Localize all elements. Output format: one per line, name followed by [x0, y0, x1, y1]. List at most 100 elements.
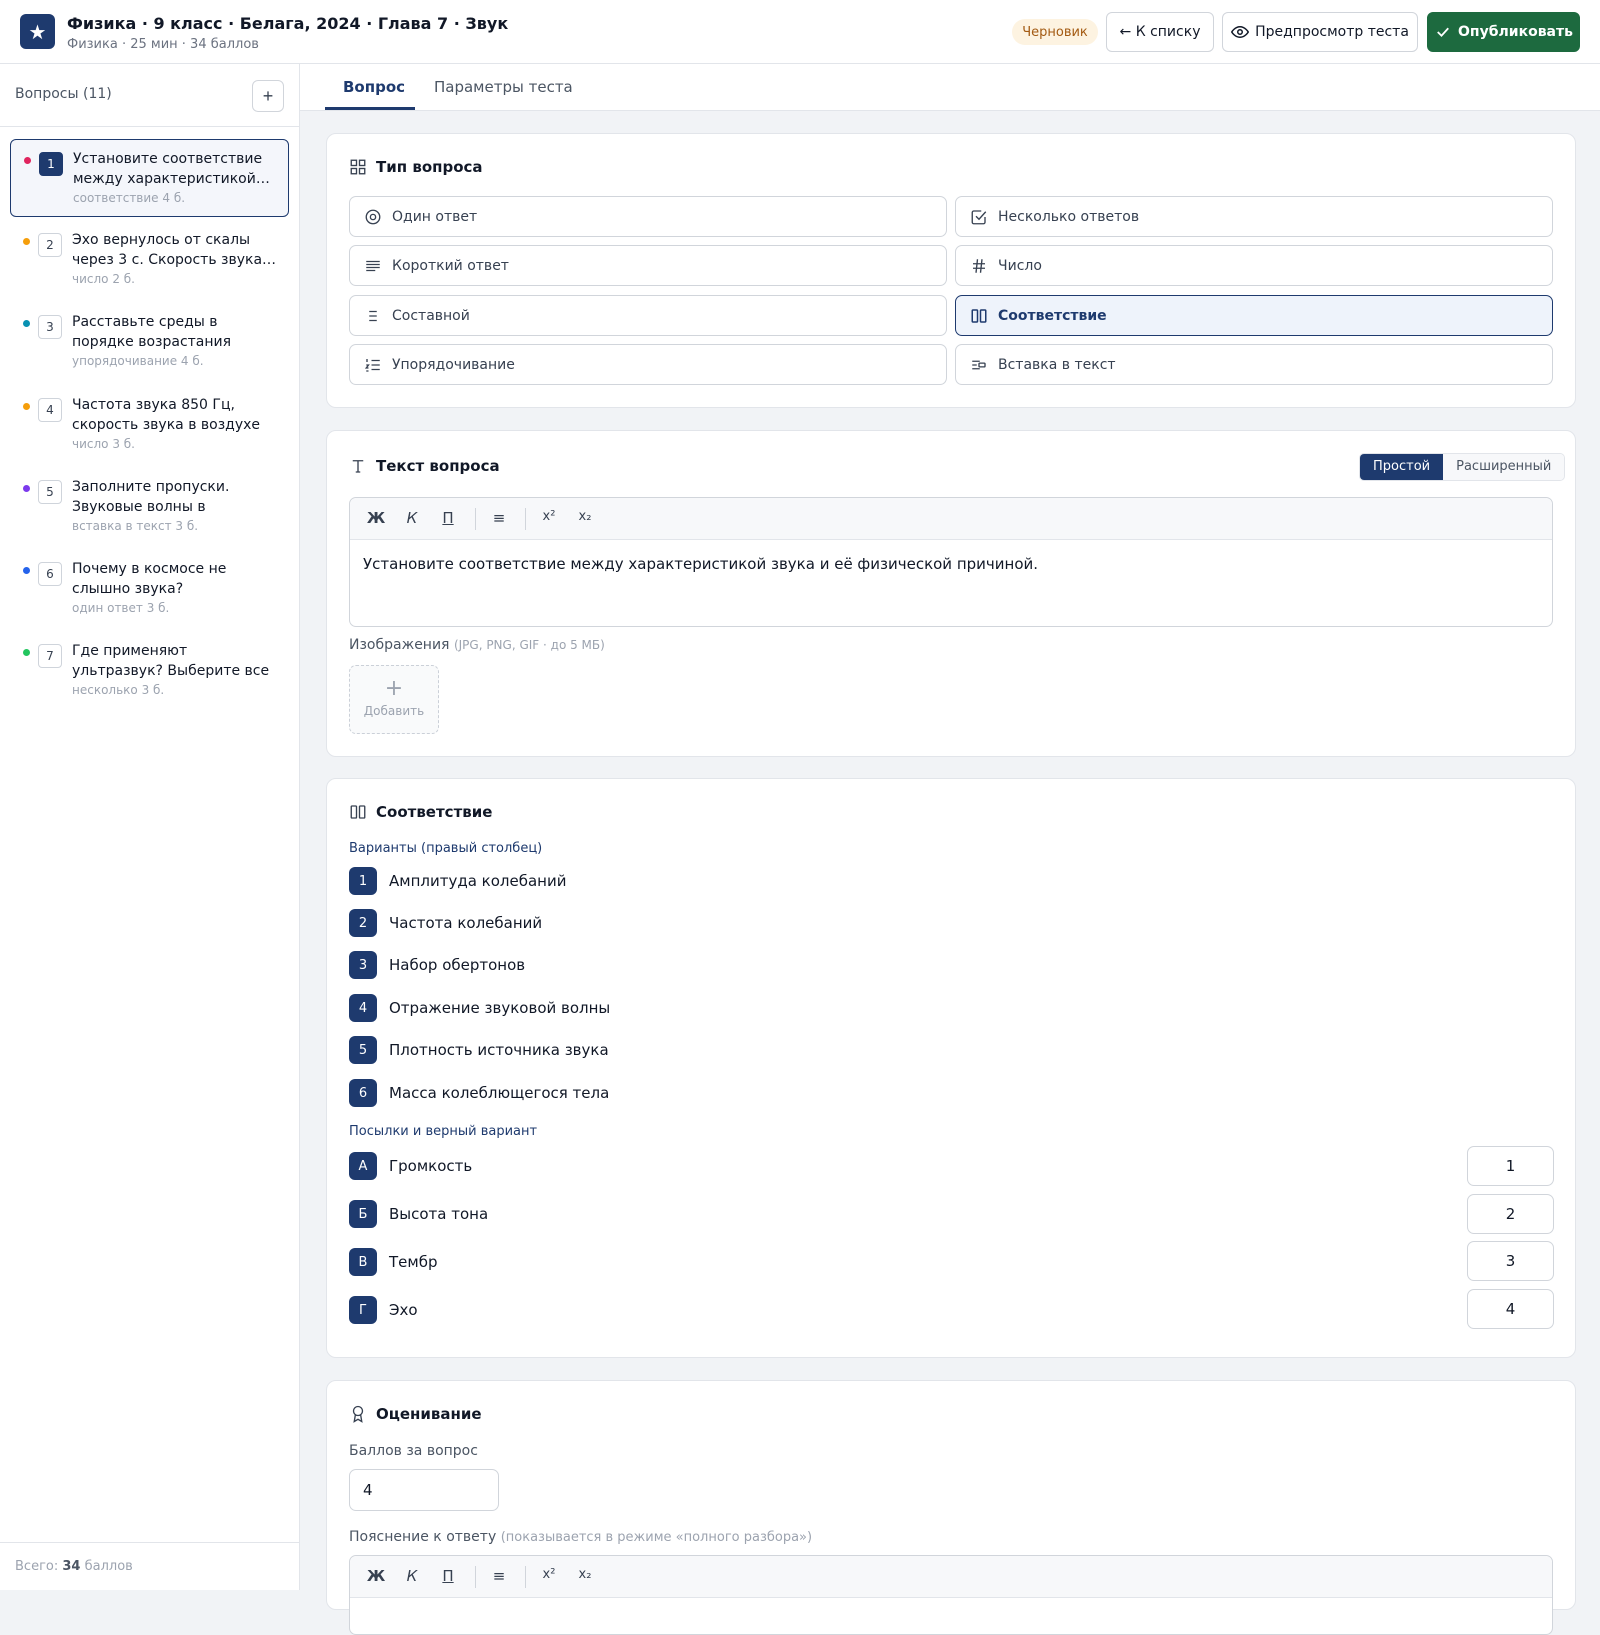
question-dot — [23, 649, 30, 656]
question-item-1[interactable]: 1 Установите соответствие между характер… — [10, 139, 289, 217]
plus-icon: + — [384, 676, 404, 701]
add-question-button[interactable]: + — [252, 80, 284, 112]
option-key: 3 — [349, 951, 377, 979]
option-key: 6 — [349, 1079, 377, 1107]
points-input[interactable]: 4 — [349, 1469, 499, 1511]
columns-icon — [350, 805, 366, 819]
option-text[interactable]: Отражение звуковой волны — [389, 999, 610, 1017]
type-multiple-answers[interactable]: Несколько ответов — [955, 196, 1553, 237]
star-icon: ★ — [28, 19, 47, 44]
bold-button[interactable]: Ж — [363, 1567, 389, 1585]
subscript-button[interactable]: x₂ — [572, 1567, 598, 1582]
question-dot — [23, 485, 30, 492]
option-text[interactable]: Набор обертонов — [389, 956, 525, 974]
type-ordering[interactable]: Упорядочивание — [349, 344, 947, 385]
option-row: 5 Плотность источника звука — [349, 1036, 609, 1064]
type-compound[interactable]: Составной — [349, 295, 947, 336]
question-meta: вставка в текст 3 б. — [72, 519, 199, 533]
list-button[interactable]: ≡ — [486, 1567, 512, 1585]
option-key: 2 — [349, 909, 377, 937]
italic-button[interactable]: К — [399, 1567, 425, 1585]
editor-toolbar: Ж К П ≡ x² x₂ — [350, 498, 1552, 540]
premise-key: А — [349, 1152, 377, 1180]
list-icon — [369, 310, 377, 321]
tab-test-settings[interactable]: Параметры теста — [434, 78, 573, 96]
option-text[interactable]: Плотность источника звука — [389, 1041, 609, 1059]
add-image-button[interactable]: + Добавить — [349, 665, 439, 734]
question-number: 4 — [38, 398, 62, 422]
premise-row: Г Эхо — [349, 1296, 418, 1324]
type-label: Короткий ответ — [392, 257, 509, 274]
superscript-button[interactable]: x² — [536, 1567, 562, 1582]
answer-input[interactable]: 4 — [1467, 1289, 1554, 1329]
type-short-answer[interactable]: Короткий ответ — [349, 245, 947, 286]
question-text-title: Текст вопроса — [376, 457, 500, 475]
mode-advanced-button[interactable]: Расширенный — [1443, 454, 1565, 480]
premise-text[interactable]: Высота тона — [389, 1205, 488, 1223]
underline-button[interactable]: П — [435, 509, 461, 527]
preview-test-button[interactable]: Предпросмотр теста — [1222, 12, 1418, 52]
question-meta: упорядочивание 4 б. — [72, 354, 204, 368]
type-number[interactable]: Число — [955, 245, 1553, 286]
option-row: 4 Отражение звуковой волны — [349, 994, 610, 1022]
toolbar-divider — [525, 1566, 526, 1588]
tab-question[interactable]: Вопрос — [343, 78, 405, 96]
answer-input[interactable]: 1 — [1467, 1146, 1554, 1186]
underline-button[interactable]: П — [435, 1567, 461, 1585]
matching-card: Соответствие Варианты (правый столбец) 1… — [326, 778, 1576, 1358]
option-row: 2 Частота колебаний — [349, 909, 542, 937]
question-meta: несколько 3 б. — [72, 683, 165, 697]
premise-row: Б Высота тона — [349, 1200, 488, 1228]
question-type-heading: Тип вопроса — [349, 158, 483, 176]
app-logo[interactable]: ★ — [20, 14, 55, 49]
subscript-button[interactable]: x₂ — [572, 509, 598, 524]
status-badge: Черновик — [1012, 19, 1098, 45]
option-row: 1 Амплитуда колебаний — [349, 867, 566, 895]
question-dot — [23, 403, 30, 410]
sidebar-header: Вопросы (11) + — [0, 64, 299, 127]
list-button[interactable]: ≡ — [486, 509, 512, 527]
type-label: Один ответ — [392, 208, 478, 225]
type-label: Соответствие — [998, 307, 1107, 324]
answer-input[interactable]: 2 — [1467, 1194, 1554, 1234]
question-item-6[interactable]: 6 Почему в космосе не слышно звука? один… — [10, 550, 289, 628]
question-text: Расставьте среды в порядке возрастания с… — [72, 314, 232, 350]
question-item-4[interactable]: 4 Частота звука 850 Гц, скорость звука в… — [10, 386, 289, 464]
question-text: Установите соответствие между характерис… — [73, 151, 270, 187]
scoring-heading: Оценивание — [349, 1405, 482, 1423]
question-item-2[interactable]: 2 Эхо вернулось от скалы через 3 с. Скор… — [10, 221, 289, 299]
option-text[interactable]: Амплитуда колебаний — [389, 872, 566, 890]
premise-text[interactable]: Эхо — [389, 1301, 418, 1319]
total-value: 34 — [62, 1559, 81, 1574]
explanation-label: Пояснение к ответу (показывается в режим… — [349, 1529, 812, 1545]
mode-simple-button[interactable]: Простой — [1360, 454, 1444, 480]
question-item-3[interactable]: 3 Расставьте среды в порядке возрастания… — [10, 303, 289, 381]
premise-text[interactable]: Тембр — [389, 1253, 437, 1271]
question-text-editor[interactable]: Ж К П ≡ x² x₂ Установите соответствие ме… — [349, 497, 1553, 627]
toolbar-divider — [525, 508, 526, 530]
matching-heading: Соответствие — [349, 803, 492, 821]
type-insert-text[interactable]: Вставка в текст — [955, 344, 1553, 385]
option-text[interactable]: Масса колеблющегося тела — [389, 1084, 609, 1102]
explanation-editor[interactable]: Ж К П ≡ x² x₂ — [349, 1555, 1553, 1635]
question-item-7[interactable]: 7 Где применяют ультразвук? Выберите все… — [10, 632, 289, 710]
type-single-answer[interactable]: Один ответ — [349, 196, 947, 237]
option-row: 3 Набор обертонов — [349, 951, 525, 979]
radio-icon — [365, 209, 381, 224]
premise-text[interactable]: Громкость — [389, 1157, 472, 1175]
italic-button[interactable]: К — [399, 509, 425, 527]
question-meta: число 2 б. — [72, 272, 135, 286]
editor-tabs: Вопрос Параметры теста — [300, 64, 1600, 111]
question-dot — [23, 320, 30, 327]
total-points: Всего: 34 баллов — [15, 1559, 133, 1574]
option-text[interactable]: Частота колебаний — [389, 914, 542, 932]
bold-button[interactable]: Ж — [363, 509, 389, 527]
question-text: Где применяют ультразвук? Выберите все в… — [72, 643, 270, 679]
back-to-list-button[interactable]: ← К списку — [1106, 12, 1214, 52]
question-item-5[interactable]: 5 Заполните пропуски. Звуковые волны в в… — [10, 468, 289, 546]
type-matching[interactable]: Соответствие — [955, 295, 1553, 336]
publish-button[interactable]: Опубликовать — [1427, 12, 1580, 52]
scoring-card: Оценивание Баллов за вопрос 4 Пояснение … — [326, 1380, 1576, 1635]
answer-input[interactable]: 3 — [1467, 1241, 1554, 1281]
superscript-button[interactable]: x² — [536, 509, 562, 524]
